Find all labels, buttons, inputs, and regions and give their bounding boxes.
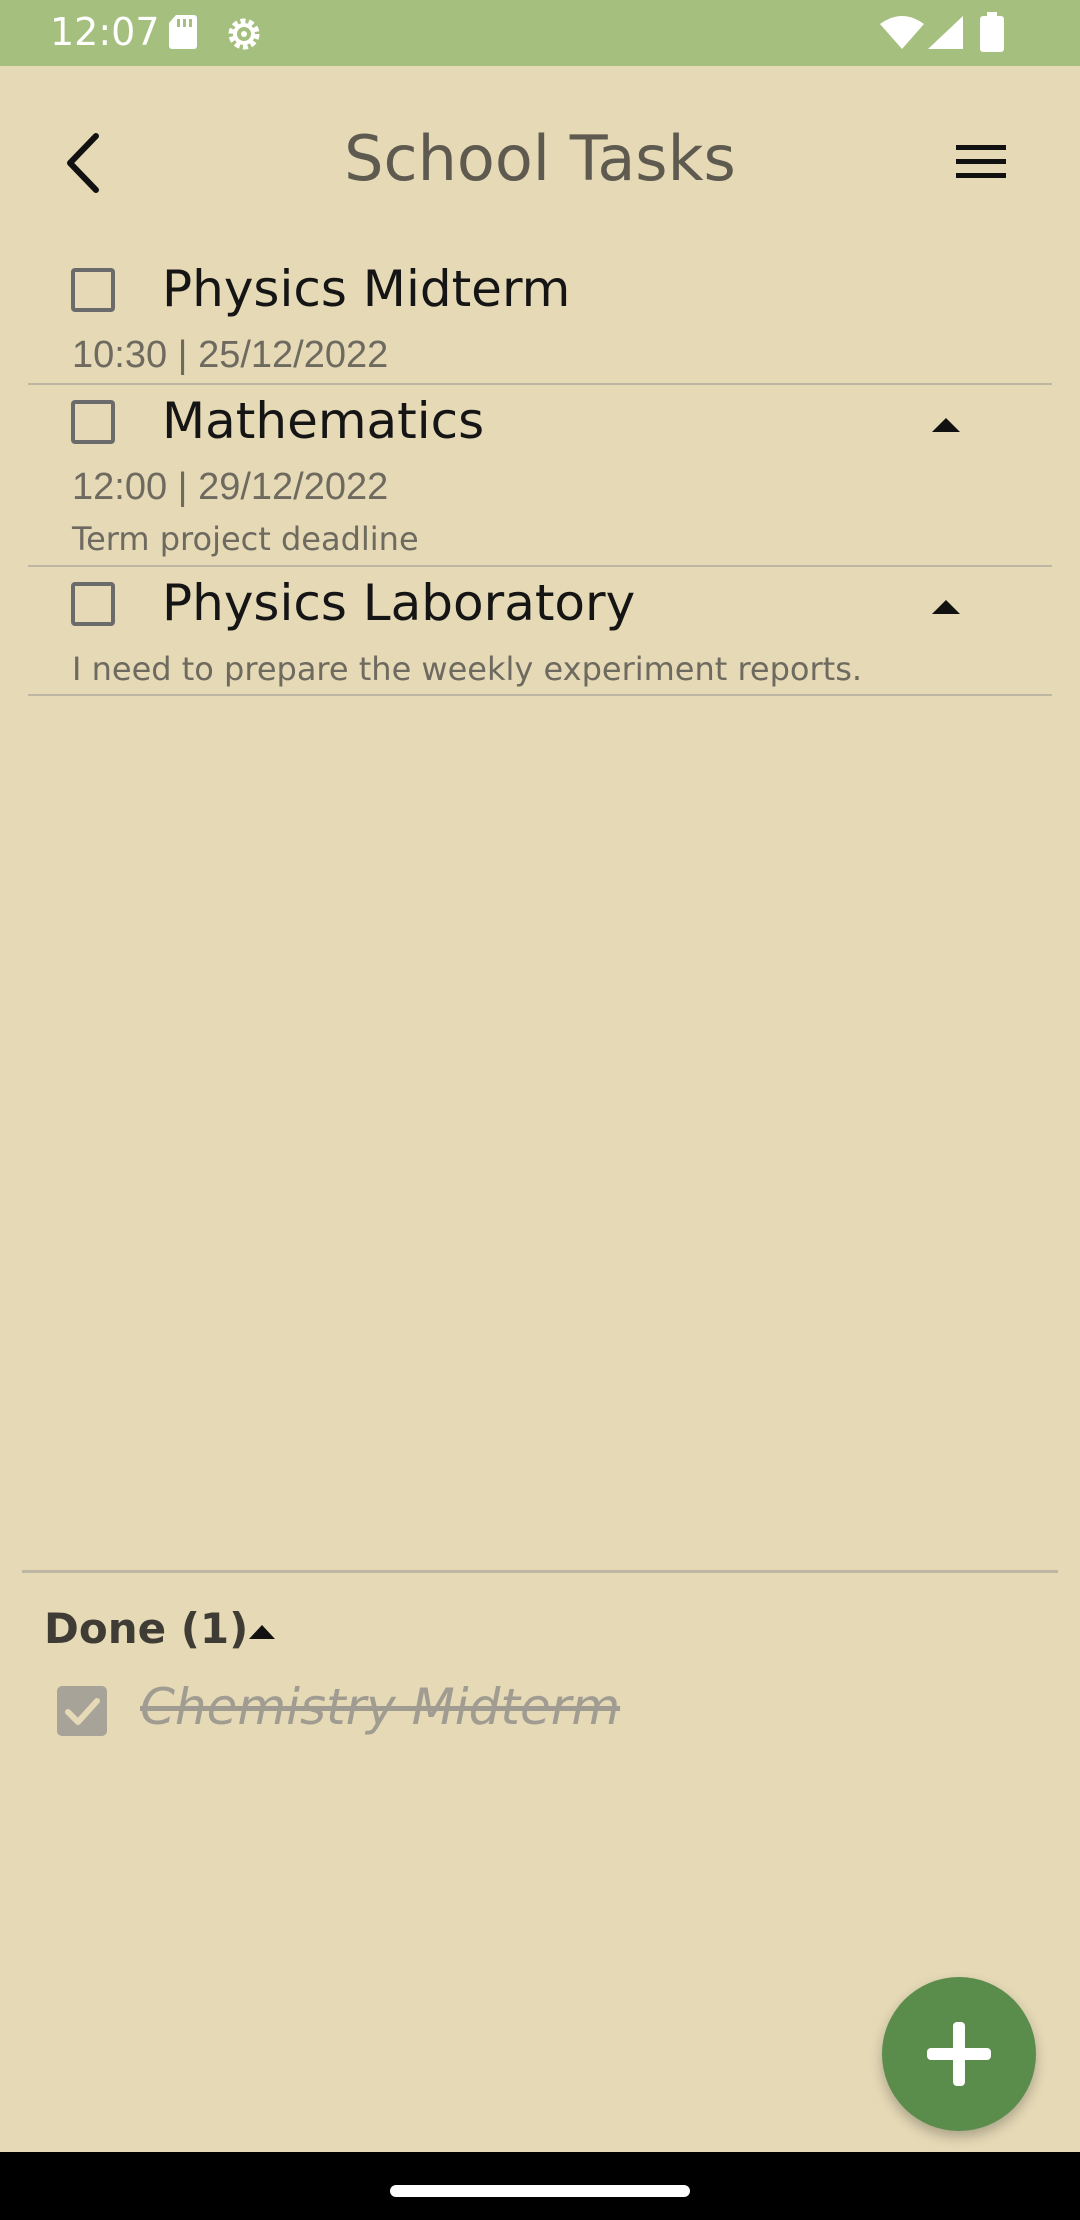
task-datetime: 12:00 | 29/12/2022 bbox=[72, 466, 389, 508]
task-item[interactable]: Physics Laboratory I need to prepare the… bbox=[28, 568, 1052, 694]
task-title: Mathematics bbox=[162, 392, 485, 450]
collapse-arrow-icon[interactable] bbox=[926, 594, 966, 618]
divider bbox=[28, 694, 1052, 696]
divider bbox=[28, 565, 1052, 567]
check-icon bbox=[65, 1698, 100, 1725]
settings-icon bbox=[228, 18, 260, 50]
task-checkbox[interactable] bbox=[71, 268, 115, 312]
done-divider bbox=[22, 1570, 1058, 1573]
done-header[interactable]: Done (1) bbox=[44, 1604, 248, 1653]
home-indicator[interactable] bbox=[390, 2185, 690, 2197]
done-checkbox[interactable] bbox=[57, 1686, 107, 1736]
task-checkbox[interactable] bbox=[71, 400, 115, 444]
task-description: Term project deadline bbox=[72, 520, 419, 558]
task-item[interactable]: Physics Midterm 10:30 | 25/12/2022 bbox=[28, 258, 1052, 382]
sd-card-icon bbox=[169, 15, 197, 49]
collapse-arrow-icon[interactable] bbox=[245, 1620, 279, 1642]
battery-icon bbox=[980, 12, 1004, 52]
status-time: 12:07 bbox=[50, 10, 160, 54]
app-bar: School Tasks bbox=[0, 66, 1080, 256]
task-datetime: 10:30 | 25/12/2022 bbox=[72, 334, 389, 376]
task-description: I need to prepare the weekly experiment … bbox=[72, 650, 863, 688]
wifi-icon bbox=[880, 16, 924, 49]
task-title: Physics Laboratory bbox=[162, 574, 636, 632]
task-checkbox[interactable] bbox=[71, 582, 115, 626]
signal-icon bbox=[928, 16, 963, 49]
collapse-arrow-icon[interactable] bbox=[926, 412, 966, 436]
page-title: School Tasks bbox=[344, 122, 736, 195]
done-task-title[interactable]: Chemistry Midterm bbox=[140, 1678, 620, 1736]
plus-icon bbox=[927, 2022, 991, 2086]
status-bar: 12:07 bbox=[0, 0, 1080, 66]
menu-icon[interactable] bbox=[944, 134, 1016, 194]
task-item[interactable]: Mathematics 12:00 | 29/12/2022 Term proj… bbox=[28, 386, 1052, 564]
add-task-button[interactable] bbox=[882, 1977, 1036, 2131]
task-title: Physics Midterm bbox=[162, 260, 571, 318]
divider bbox=[28, 383, 1052, 385]
